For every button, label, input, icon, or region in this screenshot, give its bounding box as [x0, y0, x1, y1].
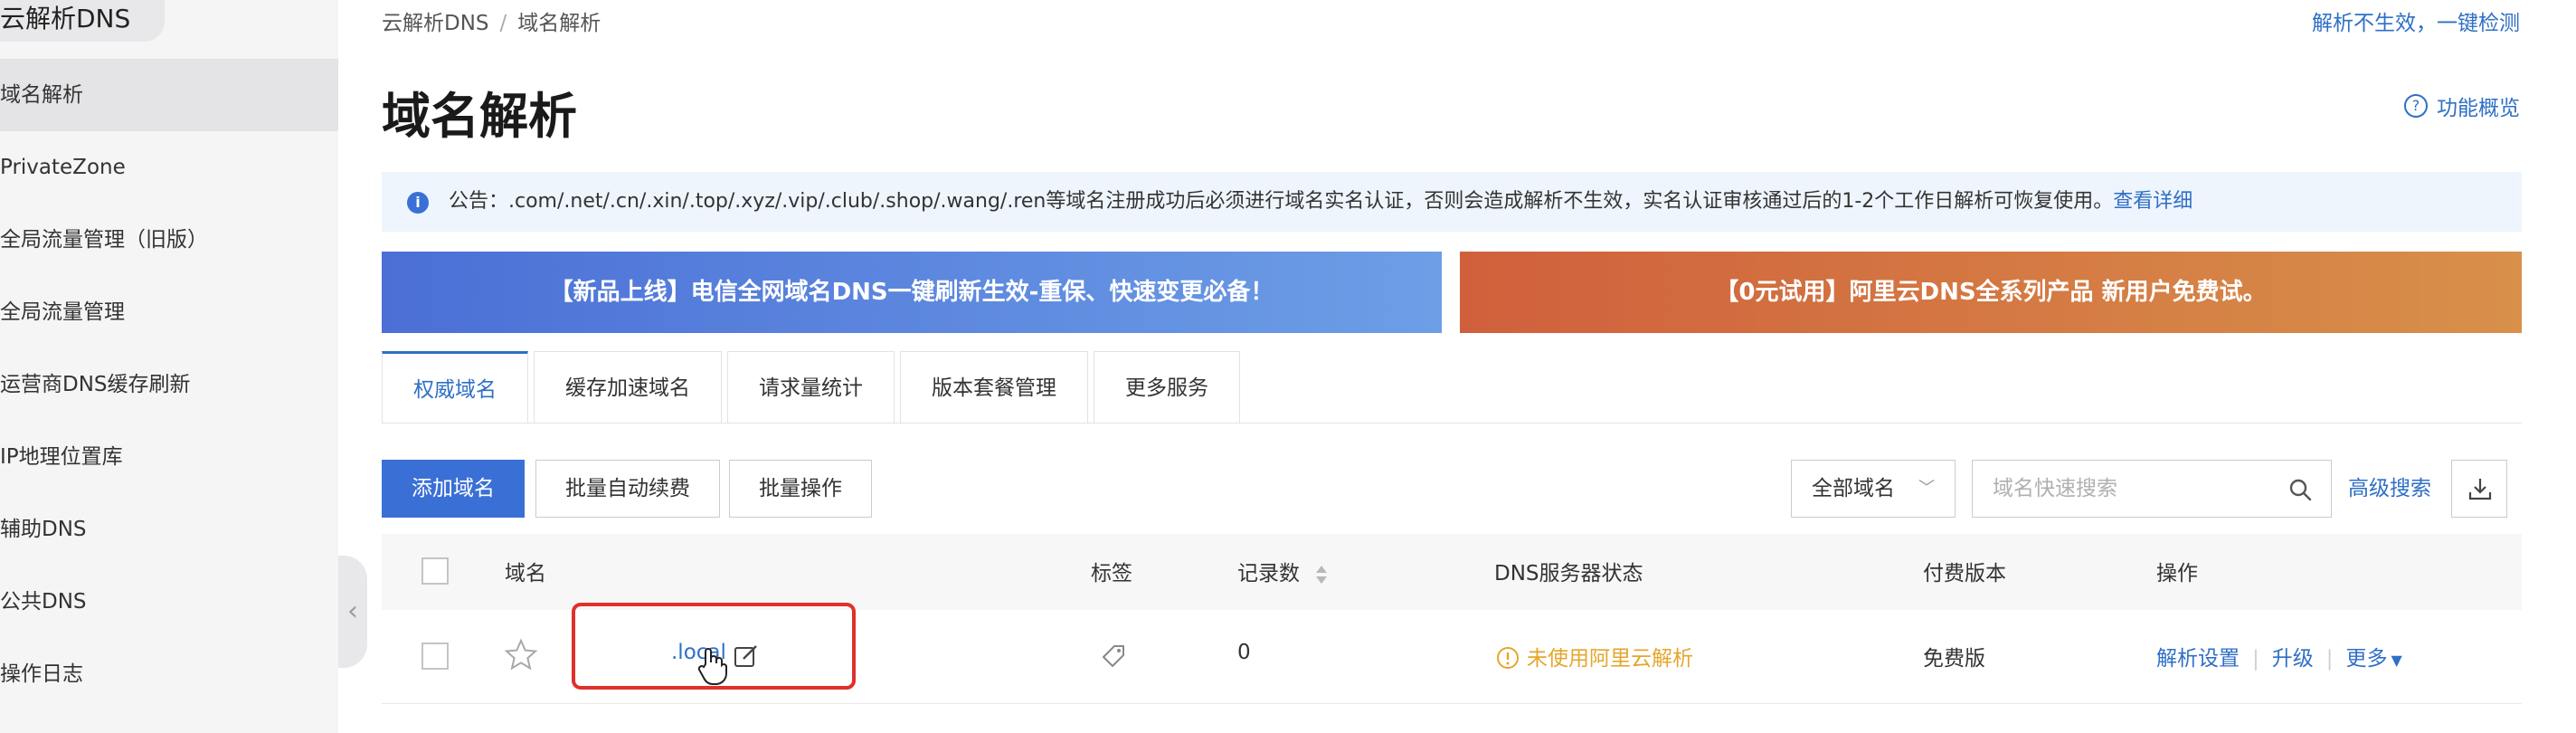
star-icon[interactable] [503, 637, 539, 673]
action-separator: | [2252, 647, 2259, 671]
announcement-bar: i 公告：.com/.net/.cn/.xin/.top/.xyz/.vip/.… [382, 172, 2522, 232]
tab-request-statistics[interactable]: 请求量统计 [727, 351, 895, 424]
chevron-left-icon: ‹ [347, 595, 358, 627]
sort-icon[interactable] [1315, 564, 1328, 585]
select-all-checkbox[interactable] [421, 557, 449, 585]
sidebar-item-ip-geolocation[interactable]: IP地理位置库 [0, 421, 338, 493]
row-checkbox[interactable] [421, 643, 449, 670]
domain-search-box[interactable] [1972, 460, 2332, 518]
sidebar-item-privatezone[interactable]: PrivateZone [0, 131, 338, 204]
sidebar-item-gtm-legacy[interactable]: 全局流量管理（旧版） [0, 204, 338, 276]
promo-banner-telecom-dns[interactable]: 【新品上线】电信全网域名DNS一键刷新生效-重保、快速变更必备！ [382, 252, 1442, 333]
sidebar-item-gtm[interactable]: 全局流量管理 [0, 276, 338, 348]
chevron-down-icon: ﹀ [1918, 479, 1935, 498]
promo-banner-free-trial[interactable]: 【0元试用】阿里云DNS全系列产品 新用户免费试。 [1460, 252, 2522, 333]
batch-operations-button[interactable]: 批量操作 [729, 460, 872, 518]
table-header: 域名 标签 记录数 DNS服务器状态 付费版本 操作 [382, 534, 2522, 610]
tab-authoritative-domains[interactable]: 权威域名 [382, 351, 528, 424]
header-records[interactable]: 记录数 [1237, 556, 1328, 586]
header-dns-status: DNS服务器状态 [1494, 562, 1643, 585]
sidebar-item-secondary-dns[interactable]: 辅助DNS [0, 493, 338, 566]
sidebar-collapse-handle[interactable]: ‹ [338, 556, 367, 668]
page-title: 域名解析 [382, 88, 577, 145]
announcement-text: 公告：.com/.net/.cn/.xin/.top/.xyz/.vip/.cl… [449, 190, 2114, 213]
header-actions: 操作 [2156, 562, 2198, 585]
domain-search-input[interactable] [1973, 461, 2271, 517]
dns-status-cell: 未使用阿里云解析 [1496, 641, 1693, 671]
resolve-settings-link[interactable]: 解析设置 [2156, 647, 2240, 671]
sidebar: 云解析DNS 域名解析 PrivateZone 全局流量管理（旧版） 全局流量管… [0, 0, 338, 733]
announcement-details-link[interactable]: 查看详细 [2113, 190, 2192, 213]
sidebar-item-domain-resolution[interactable]: 域名解析 [0, 59, 338, 131]
tab-more-services[interactable]: 更多服务 [1094, 351, 1240, 424]
dns-status-text: 未使用阿里云解析 [1527, 647, 1693, 671]
action-separator: | [2325, 647, 2334, 671]
tab-edition-management[interactable]: 版本套餐管理 [900, 351, 1088, 424]
caret-down-icon: ▼ [2391, 652, 2402, 669]
more-actions-label: 更多 [2345, 647, 2388, 671]
tag-icon[interactable] [1100, 643, 1127, 670]
tab-cache-acceleration[interactable]: 缓存加速域名 [534, 351, 722, 424]
sidebar-item-operation-log[interactable]: 操作日志 [0, 638, 338, 710]
warning-circle-icon [1497, 647, 1519, 669]
header-records-label: 记录数 [1237, 562, 1300, 585]
sidebar-item-dns-cache-refresh[interactable]: 运营商DNS缓存刷新 [0, 348, 338, 421]
sidebar-item-public-dns[interactable]: 公共DNS [0, 566, 338, 638]
record-count: 0 [1237, 641, 1251, 664]
domain-filter-select[interactable]: 全部域名 ﹀ [1791, 460, 1956, 518]
header-tag: 标签 [1091, 562, 1132, 585]
breadcrumb-separator: / [499, 12, 507, 35]
breadcrumb-root[interactable]: 云解析DNS [382, 12, 489, 35]
breadcrumb: 云解析DNS / 域名解析 [382, 5, 601, 36]
export-button[interactable] [2451, 460, 2507, 518]
header-edition: 付费版本 [1923, 562, 2006, 585]
feature-overview-label: 功能概览 [2437, 97, 2520, 120]
info-icon: i [407, 192, 429, 214]
search-icon[interactable] [2287, 477, 2313, 502]
add-domain-button[interactable]: 添加域名 [382, 460, 525, 518]
header-domain: 域名 [505, 562, 546, 585]
batch-auto-renew-button[interactable]: 批量自动续费 [535, 460, 720, 518]
edition-cell: 免费版 [1923, 647, 1985, 671]
sidebar-title: 云解析DNS [0, 0, 165, 42]
advanced-search-link[interactable]: 高级搜索 [2348, 460, 2431, 518]
tab-bar: 权威域名 缓存加速域名 请求量统计 版本套餐管理 更多服务 [382, 351, 1245, 424]
one-click-check-link[interactable]: 解析不生效，一键检测 [2312, 5, 2520, 36]
more-actions-link[interactable]: 更多 ▼ [2346, 647, 2402, 671]
question-circle-icon: ? [2404, 94, 2428, 118]
actions-cell: 解析设置 | 升级 | 更多 ▼ [2156, 641, 2402, 671]
download-icon [2468, 479, 2492, 500]
breadcrumb-current: 域名解析 [517, 12, 601, 35]
highlight-annotation [572, 603, 856, 690]
tabs-divider [382, 423, 2522, 424]
domain-filter-value: 全部域名 [1812, 477, 1895, 500]
upgrade-link[interactable]: 升级 [2272, 647, 2314, 671]
feature-overview-link[interactable]: ? 功能概览 [2404, 90, 2520, 121]
